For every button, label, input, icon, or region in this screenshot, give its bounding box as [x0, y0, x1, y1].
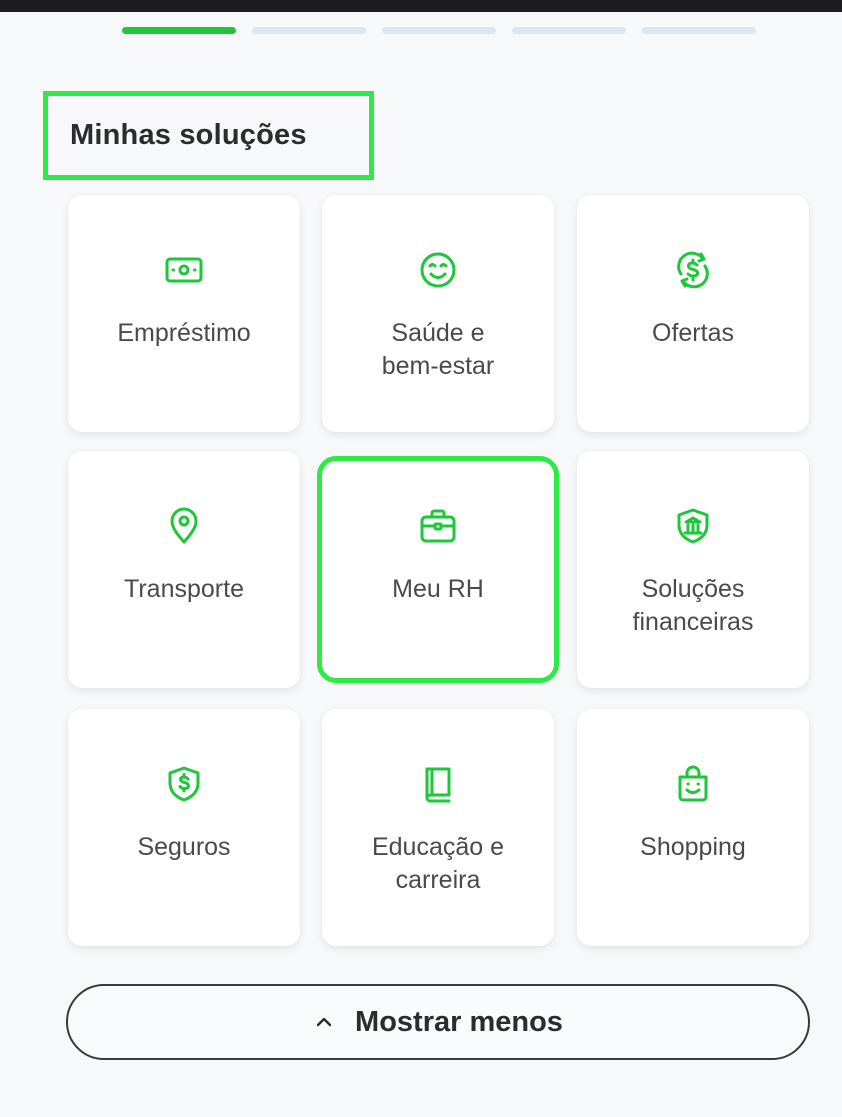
- briefcase-icon: [418, 506, 458, 546]
- card-label: Soluções financeiras: [632, 575, 754, 636]
- card-label: Ofertas: [652, 319, 734, 347]
- show-less-button[interactable]: Mostrar menos: [66, 984, 810, 1060]
- progress-segment-active: [122, 27, 236, 34]
- progress-segment: [512, 27, 626, 34]
- shopping-bag-icon: [673, 764, 713, 804]
- card-label: Seguros: [137, 833, 231, 861]
- dollar-refresh-icon: [673, 250, 713, 290]
- chevron-up-icon: [313, 1011, 335, 1033]
- top-bar: [0, 0, 842, 12]
- card-label: Saúde e bem-estar: [381, 319, 495, 380]
- card-label: Shopping: [640, 833, 746, 861]
- bank-icon: [673, 506, 713, 546]
- card-saude-bem-estar[interactable]: Saúde e bem-estar: [322, 195, 554, 432]
- section-title: Minhas soluções: [43, 91, 374, 180]
- card-label: Educação e carreira: [371, 833, 505, 894]
- money-icon: [164, 250, 204, 290]
- card-label: Transporte: [124, 575, 244, 603]
- card-emprestimo[interactable]: Empréstimo: [68, 195, 300, 432]
- card-ofertas[interactable]: Ofertas: [577, 195, 809, 432]
- show-less-label: Mostrar menos: [355, 1005, 563, 1038]
- card-meu-rh[interactable]: Meu RH: [317, 456, 559, 683]
- card-shopping[interactable]: Shopping: [577, 709, 809, 946]
- card-educacao-carreira[interactable]: Educação e carreira: [322, 709, 554, 946]
- card-seguros[interactable]: Seguros: [68, 709, 300, 946]
- card-label: Meu RH: [392, 575, 484, 603]
- card-label: Empréstimo: [117, 319, 251, 347]
- progress-segment: [252, 27, 366, 34]
- smile-icon: [418, 250, 458, 290]
- progress-segment: [382, 27, 496, 34]
- shield-dollar-icon: [164, 764, 204, 804]
- card-solucoes-financeiras[interactable]: Soluções financeiras: [577, 451, 809, 688]
- card-transporte[interactable]: Transporte: [68, 451, 300, 688]
- map-pin-icon: [164, 506, 204, 546]
- progress-indicator: [122, 27, 756, 34]
- progress-segment: [642, 27, 756, 34]
- book-icon: [418, 764, 458, 804]
